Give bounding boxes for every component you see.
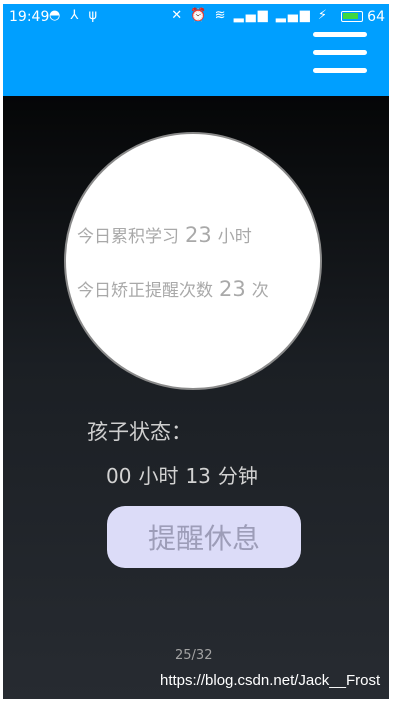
- duration-hours: 00: [106, 464, 132, 488]
- hamburger-menu-icon[interactable]: [311, 30, 371, 84]
- child-state-label: 孩子状态：: [87, 420, 192, 444]
- duration-hours-unit: 小时: [138, 464, 179, 488]
- remind-rest-button[interactable]: 提醒休息: [107, 506, 301, 568]
- watermark-text: https://blog.csdn.net/Jack__Frost: [160, 672, 381, 689]
- study-time-label: 今日累积学习: [77, 227, 179, 247]
- battery-icon: [341, 11, 363, 22]
- menu-bar-top: [313, 32, 367, 37]
- study-time-line: 今日累积学习 23 小时: [77, 222, 252, 247]
- correction-count-value: 23: [219, 277, 246, 301]
- stats-circle: 今日累积学习 23 小时 今日矫正提醒次数 23 次: [64, 132, 322, 390]
- app-toolbar: [3, 30, 389, 96]
- menu-bar-middle: [313, 50, 367, 55]
- correction-count-label: 今日矫正提醒次数: [77, 281, 213, 301]
- child-state-duration: 00 小时 13 分钟: [106, 460, 258, 489]
- battery-fill: [343, 13, 358, 19]
- battery-percent: 64: [367, 9, 385, 25]
- duration-minutes-unit: 分钟: [217, 464, 258, 488]
- study-time-unit: 小时: [217, 227, 252, 247]
- status-left-icons: ◓ ⅄ ψ: [49, 8, 101, 23]
- duration-minutes: 13: [185, 464, 211, 488]
- status-time: 19:49: [9, 9, 50, 25]
- main-content: 今日累积学习 23 小时 今日矫正提醒次数 23 次 孩子状态： 00 小时 13 分钟 提醒…: [3, 96, 389, 699]
- menu-bar-bottom: [313, 68, 367, 73]
- correction-count-line: 今日矫正提醒次数 23 次: [77, 276, 269, 301]
- study-time-value: 23: [185, 223, 212, 247]
- correction-count-unit: 次: [251, 281, 269, 301]
- status-bar: 19:49 ◓ ⅄ ψ ✕ ⏰ ≋ ▂▄▆ ▂▄▆ ⚡ 64: [3, 4, 389, 30]
- page-indicator: 25/32: [175, 648, 213, 663]
- phone-screen: 19:49 ◓ ⅄ ψ ✕ ⏰ ≋ ▂▄▆ ▂▄▆ ⚡ 64 今日累积学习 23 小…: [3, 4, 389, 699]
- right-margin: [389, 0, 403, 701]
- status-right-icons: ✕ ⏰ ≋ ▂▄▆ ▂▄▆ ⚡: [171, 8, 329, 23]
